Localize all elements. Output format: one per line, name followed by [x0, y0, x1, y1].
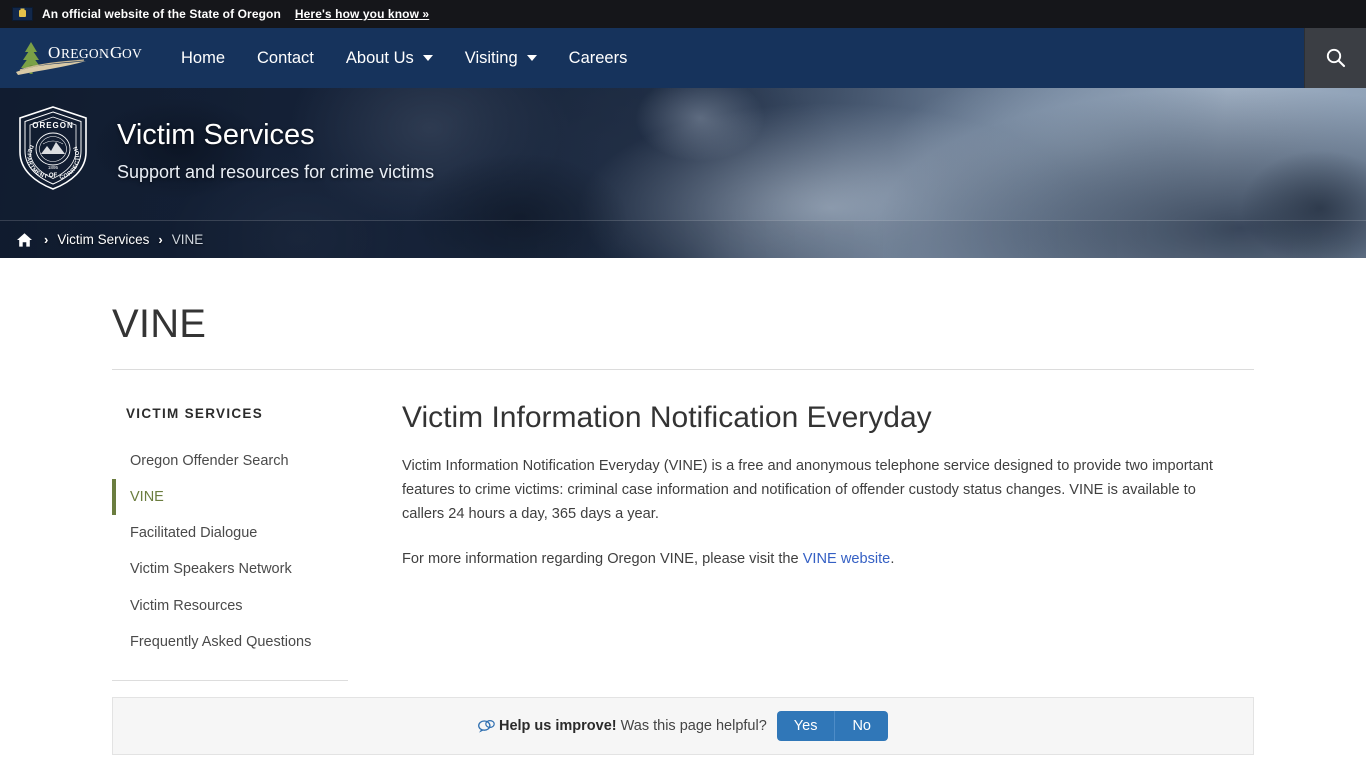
breadcrumb-separator: › — [44, 232, 49, 247]
oregon-gov-logo[interactable]: O REGON . G OV — [14, 40, 147, 76]
nav-item-about-us-label: About Us — [345, 48, 414, 67]
sidebar-item-oregon-offender-search[interactable]: Oregon Offender Search — [112, 443, 362, 479]
nav-item-careers[interactable]: Careers — [553, 41, 644, 76]
feedback-buttons: Yes No — [776, 711, 888, 741]
sidebar-heading: VICTIM SERVICES — [126, 406, 264, 421]
section-sidebar: VICTIM SERVICES Oregon Offender Search V… — [112, 400, 380, 681]
search-button[interactable] — [1304, 28, 1366, 88]
search-icon — [1326, 48, 1345, 68]
content-heading: Victim Information Notification Everyday — [402, 401, 932, 434]
nav-item-visiting[interactable]: Visiting — [449, 41, 553, 76]
doc-seal-logo[interactable]: OREGON 1895 OF DEPARTMENT CORRECTIONS — [12, 100, 92, 192]
svg-text:OREGON: OREGON — [32, 121, 74, 130]
primary-nav-links: Home Contact About Us Visiting Careers — [165, 41, 643, 76]
official-state-banner: An official website of the State of Oreg… — [0, 0, 1366, 28]
nav-item-home-label: Home — [181, 48, 226, 67]
svg-text:OF: OF — [49, 173, 58, 179]
svg-text:REGON: REGON — [61, 46, 109, 61]
hero-subtitle: Support and resources for crime victims — [117, 161, 435, 182]
nav-item-contact[interactable]: Contact — [241, 41, 330, 76]
paragraph-2-text-before: For more information regarding Oregon VI… — [402, 550, 803, 567]
feedback-no-button[interactable]: No — [834, 711, 888, 741]
hero-banner: OREGON 1895 OF DEPARTMENT CORRECTIONS Vi… — [0, 88, 1366, 258]
page-title-divider — [112, 369, 1254, 370]
chevron-down-icon — [526, 55, 537, 61]
breadcrumb-item-victim-services[interactable]: Victim Services — [57, 232, 149, 247]
sidebar-item-victim-speakers-network[interactable]: Victim Speakers Network — [112, 551, 362, 587]
main-navigation: O REGON . G OV Home Contact About Us Vis… — [0, 28, 1366, 88]
nav-item-contact-label: Contact — [257, 48, 314, 67]
sidebar-item-frequently-asked-questions[interactable]: Frequently Asked Questions — [112, 624, 362, 660]
page-title: VINE — [112, 302, 207, 346]
oregon-flag-icon — [12, 7, 33, 21]
official-banner-text: An official website of the State of Oreg… — [42, 7, 281, 21]
svg-text:O: O — [48, 43, 60, 62]
feedback-question: Was this page helpful? — [620, 718, 767, 734]
hero-title: Victim Services — [117, 119, 315, 151]
paragraph-2-text-after: . — [890, 550, 895, 567]
feedback-bar: Help us improve! Was this page helpful? … — [112, 697, 1254, 755]
vine-website-link[interactable]: VINE website — [803, 551, 891, 567]
sidebar-nav-list: Oregon Offender Search VINE Facilitated … — [112, 443, 362, 660]
breadcrumb-item-vine: VINE — [171, 232, 204, 247]
chevron-down-icon — [422, 55, 433, 61]
svg-text:G: G — [110, 43, 122, 62]
home-icon — [17, 232, 32, 247]
nav-item-careers-label: Careers — [568, 48, 628, 67]
sidebar-item-vine[interactable]: VINE — [112, 479, 362, 516]
svg-text:1895: 1895 — [48, 165, 59, 170]
nav-item-visiting-label: Visiting — [464, 48, 518, 67]
breadcrumb-home-link[interactable] — [16, 232, 33, 248]
nav-item-home[interactable]: Home — [165, 41, 241, 76]
breadcrumb: › Victim Services › VINE — [0, 220, 1366, 258]
sidebar-item-victim-resources[interactable]: Victim Resources — [112, 588, 362, 624]
nav-item-about-us[interactable]: About Us — [330, 41, 449, 76]
feedback-strong-text: Help us improve! — [498, 718, 617, 734]
sidebar-divider — [112, 679, 348, 681]
breadcrumb-separator: › — [158, 232, 163, 247]
svg-text:OV: OV — [122, 46, 142, 61]
content-paragraph-1: Victim Information Notification Everyday… — [402, 458, 1213, 523]
feedback-prompt: Help us improve! Was this page helpful? — [478, 718, 767, 734]
feedback-yes-button[interactable]: Yes — [776, 711, 835, 741]
page-body: VINE VICTIM SERVICES Oregon Offender Sea… — [0, 302, 1366, 681]
heres-how-you-know-link[interactable]: Here's how you know » — [295, 7, 429, 21]
sidebar-item-facilitated-dialogue[interactable]: Facilitated Dialogue — [112, 515, 362, 551]
content-paragraph-2: For more information regarding Oregon VI… — [402, 547, 1240, 571]
speech-bubble-icon — [478, 719, 495, 733]
main-content: Victim Information Notification Everyday… — [380, 400, 1240, 591]
